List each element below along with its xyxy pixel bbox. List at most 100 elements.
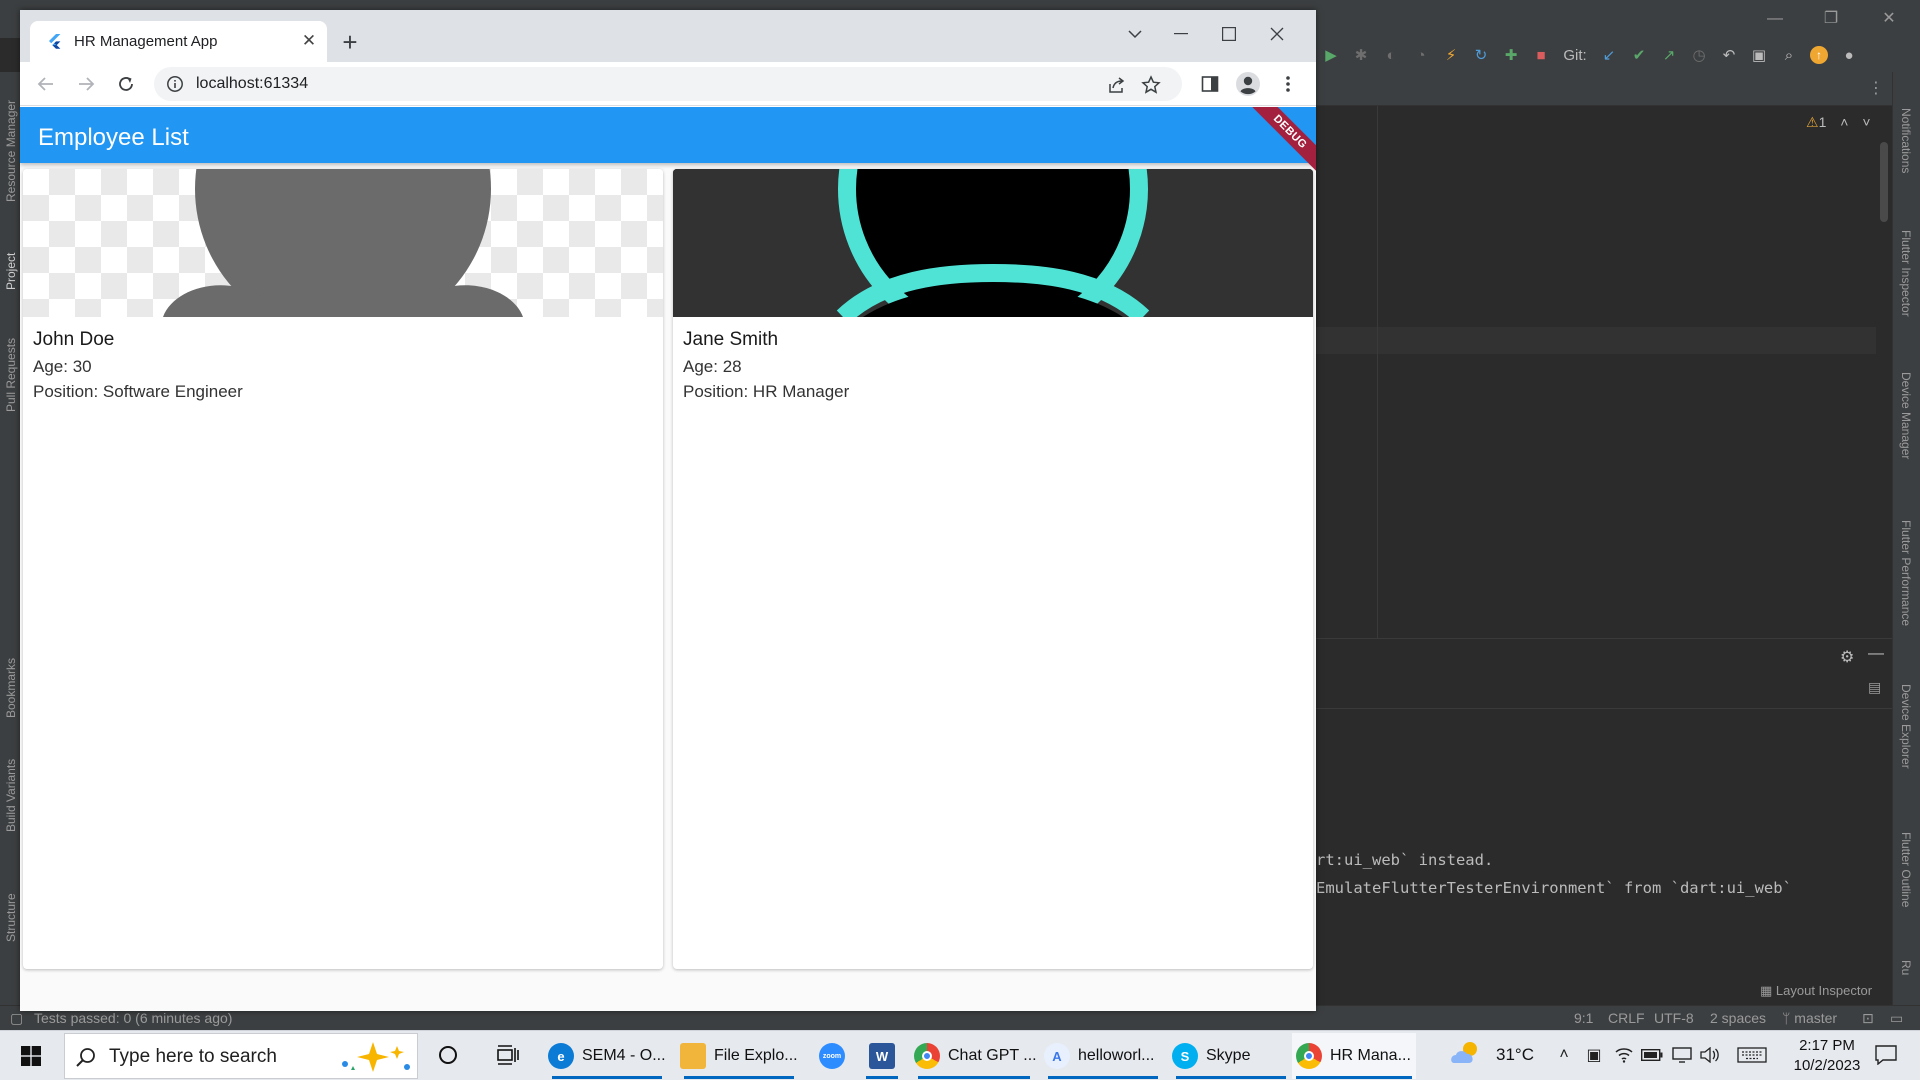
status-panel-toggle-icon[interactable]: ▢ (10, 1010, 23, 1027)
git-rollback-icon[interactable]: ↶ (1714, 41, 1744, 69)
taskbar-search-box[interactable]: Type here to search (64, 1033, 418, 1079)
git-commit-icon[interactable]: ✔ (1624, 41, 1654, 69)
taskbar-app-skype[interactable]: S Skype (1172, 1033, 1290, 1079)
taskbar-app-android-studio[interactable]: A helloworl... (1044, 1033, 1162, 1079)
status-caret-position[interactable]: 9:1 (1574, 1010, 1593, 1026)
tab-search-icon[interactable] (1112, 14, 1158, 54)
ide-minimize-button[interactable]: — (1752, 6, 1798, 32)
panel-hide-icon[interactable]: — (1868, 645, 1884, 663)
tool-project[interactable]: Project (4, 253, 18, 290)
site-info-icon[interactable] (166, 75, 184, 93)
tool-pull-requests[interactable]: Pull Requests (4, 338, 18, 412)
tool-running-devices[interactable]: Ru (1899, 960, 1913, 975)
git-update-icon[interactable]: ↙ (1594, 41, 1624, 69)
tool-resource-manager[interactable]: Resource Manager (4, 100, 18, 202)
status-lock-icon[interactable]: ⊡ (1862, 1010, 1874, 1027)
taskbar-app-chrome-chatgpt[interactable]: Chat GPT ... (914, 1033, 1037, 1079)
maximize-button[interactable] (1206, 14, 1252, 54)
volume-icon[interactable] (1698, 1043, 1722, 1067)
employee-card[interactable]: Jane Smith Age: 28 Position: HR Manager (673, 169, 1313, 969)
minimize-button[interactable] (1158, 14, 1204, 54)
cortana-icon[interactable] (436, 1043, 460, 1067)
panel-layout-icon[interactable]: ▤ (1868, 679, 1881, 696)
taskbar-app-word[interactable]: W (862, 1033, 902, 1079)
account-icon[interactable]: ● (1834, 41, 1864, 69)
git-push-icon[interactable]: ↗ (1654, 41, 1684, 69)
keyboard-icon[interactable] (1736, 1043, 1768, 1067)
reload-button[interactable] (110, 68, 142, 100)
prev-highlight-icon[interactable]: ˄ (1840, 114, 1848, 130)
tray-overflow-icon[interactable]: ˄ (1552, 1043, 1576, 1067)
hot-restart-icon[interactable]: ↻ (1466, 41, 1496, 69)
attach-debugger-icon[interactable]: ✚ (1496, 41, 1526, 69)
device-icon[interactable]: ▣ (1744, 41, 1774, 69)
tool-bookmarks[interactable]: Bookmarks (4, 658, 18, 718)
stop-icon[interactable]: ■ (1526, 41, 1556, 69)
panel-settings-icon[interactable]: ⚙ (1840, 647, 1854, 667)
taskbar-app-label: helloworl... (1078, 1047, 1155, 1064)
notification-center-icon[interactable] (1874, 1043, 1898, 1067)
status-branch[interactable]: ᛘ master (1782, 1010, 1837, 1026)
next-highlight-icon[interactable]: ˅ (1862, 114, 1870, 130)
weather-temperature[interactable]: 31°C (1496, 1045, 1534, 1065)
start-button[interactable] (8, 1039, 54, 1073)
browser-tab[interactable]: HR Management App ✕ (30, 21, 327, 62)
tool-flutter-inspector[interactable]: Flutter Inspector (1899, 230, 1913, 317)
coverage-icon[interactable]: ◐ (1376, 41, 1406, 69)
status-tests[interactable]: Tests passed: 0 (6 minutes ago) (34, 1010, 232, 1026)
tool-structure[interactable]: Structure (4, 893, 18, 942)
app-bar: Employee List DEBUG (20, 107, 1316, 174)
edge-icon: e (548, 1043, 574, 1069)
debug-icon[interactable]: ✱ (1346, 41, 1376, 69)
profile-avatar-icon[interactable] (1232, 68, 1264, 100)
address-bar[interactable]: localhost:61334 (154, 67, 1182, 101)
tool-device-manager[interactable]: Device Manager (1899, 372, 1913, 459)
ide-close-button[interactable]: ✕ (1866, 6, 1912, 32)
battery-icon[interactable] (1640, 1043, 1664, 1067)
hot-reload-icon[interactable]: ⚡ (1436, 41, 1466, 69)
new-tab-button[interactable]: + (336, 29, 364, 57)
tool-notifications[interactable]: Notifications (1899, 108, 1913, 173)
tool-flutter-performance[interactable]: Flutter Performance (1899, 520, 1913, 626)
layout-inspector-tab[interactable]: ▦ Layout Inspector (1760, 983, 1872, 999)
wifi-icon[interactable] (1612, 1043, 1636, 1067)
windows-taskbar: Type here to search e SEM4 - O... File E… (0, 1030, 1920, 1080)
employee-card[interactable]: John Doe Age: 30 Position: Software Engi… (23, 169, 663, 969)
url-text[interactable]: localhost:61334 (196, 75, 308, 93)
close-window-button[interactable] (1254, 14, 1300, 54)
editor-scrollbar[interactable] (1880, 142, 1888, 222)
browser-menu-icon[interactable] (1272, 68, 1304, 100)
tab-close-icon[interactable]: ✕ (298, 30, 320, 52)
profile-icon[interactable]: ◔ (1406, 41, 1436, 69)
clock-time[interactable]: 2:17 PM (1786, 1037, 1868, 1054)
taskbar-app-file-explorer[interactable]: File Explo... (680, 1033, 798, 1079)
ide-restore-button[interactable]: ❐ (1808, 6, 1854, 32)
side-panel-icon[interactable] (1194, 68, 1226, 100)
clock-date[interactable]: 10/2/2023 (1786, 1057, 1868, 1074)
weather-icon[interactable] (1446, 1041, 1486, 1065)
taskbar-app-zoom[interactable]: zoom (812, 1033, 852, 1079)
tool-build-variants[interactable]: Build Variants (4, 759, 18, 832)
back-button[interactable] (30, 68, 62, 100)
inspection-widget[interactable]: ⚠1 ˄ ˅ (1806, 114, 1871, 131)
more-icon[interactable]: ⋮ (1868, 78, 1884, 98)
git-history-icon[interactable]: ◷ (1684, 41, 1714, 69)
ide-editor[interactable]: ⚠1 ˄ ˅ (1316, 106, 1892, 638)
bookmark-star-icon[interactable] (1138, 72, 1164, 98)
update-icon[interactable]: ↑ (1804, 41, 1834, 69)
ide-search-icon[interactable]: ⌕ (1774, 41, 1804, 69)
status-line-separator[interactable]: CRLF (1608, 1010, 1645, 1026)
status-encoding[interactable]: UTF-8 (1654, 1010, 1694, 1026)
meet-now-icon[interactable]: ▣ (1582, 1043, 1606, 1067)
display-icon[interactable] (1670, 1043, 1694, 1067)
status-indent[interactable]: 2 spaces (1710, 1010, 1766, 1026)
forward-button[interactable] (70, 68, 102, 100)
taskbar-app-chrome-hr[interactable]: HR Mana... (1292, 1033, 1416, 1079)
share-icon[interactable] (1104, 72, 1130, 98)
run-icon[interactable]: ▶ (1316, 41, 1346, 69)
taskbar-app-edge[interactable]: e SEM4 - O... (548, 1033, 666, 1079)
tool-flutter-outline[interactable]: Flutter Outline (1899, 832, 1913, 907)
task-view-icon[interactable] (496, 1043, 520, 1067)
tool-device-explorer[interactable]: Device Explorer (1899, 684, 1913, 769)
status-notifications-icon[interactable]: ▭ (1890, 1010, 1903, 1027)
